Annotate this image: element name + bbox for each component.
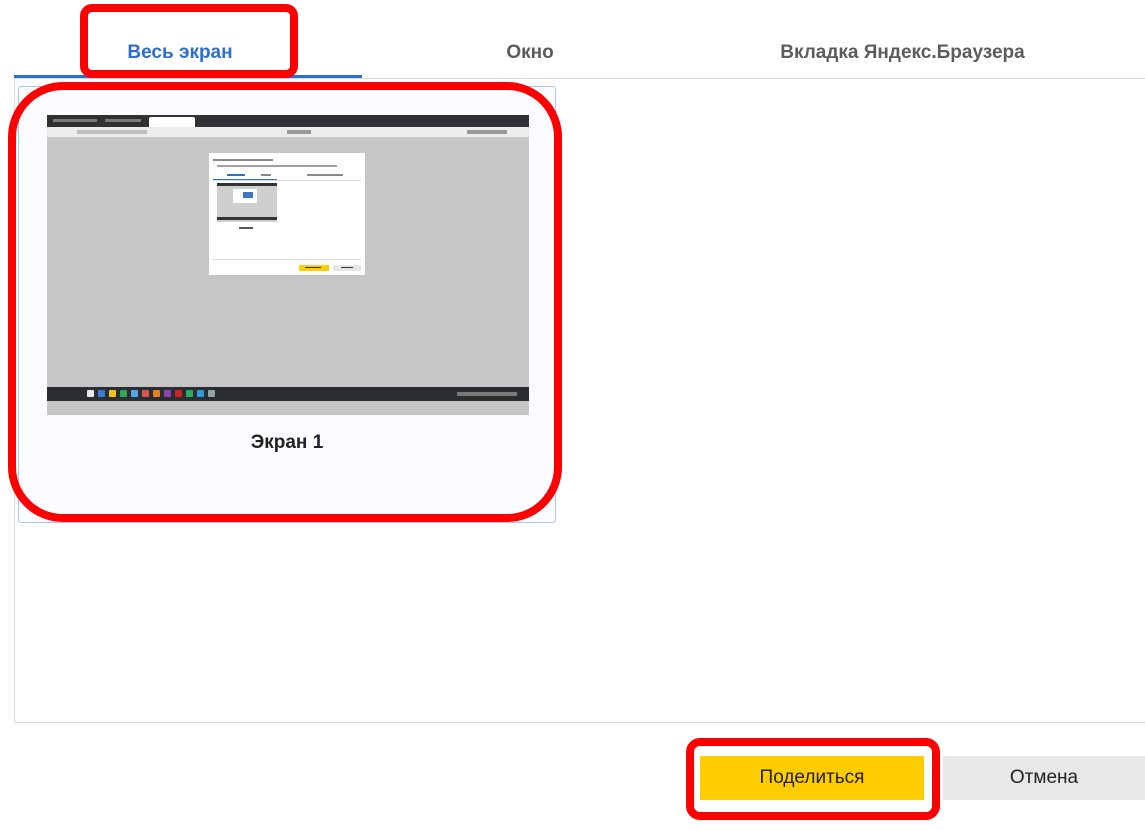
tab-entire-screen[interactable]: Весь экран <box>60 30 300 76</box>
thumbnail-cancel-button <box>333 265 361 271</box>
thumbnail-nested-taskbar <box>217 217 277 220</box>
thumbnail-share-button <box>299 265 329 271</box>
thumbnail-taskbar-icons <box>87 390 215 398</box>
thumbnail-dialog-tab <box>261 174 271 176</box>
cut-off-instruction-text <box>0 0 1145 8</box>
cancel-button[interactable]: Отмена <box>943 756 1145 800</box>
thumbnail-dialog-divider <box>213 259 361 260</box>
screen-thumbnail <box>47 115 529 415</box>
thumbnail-active-tab <box>149 117 195 127</box>
thumbnail-dialog-tab <box>307 174 343 176</box>
thumbnail-dialog-divider <box>213 180 361 181</box>
share-button[interactable]: Поделиться <box>700 756 924 800</box>
thumbnail-dialog-text <box>213 159 273 161</box>
screen-option-card[interactable]: Экран 1 <box>18 86 556 523</box>
tab-browser-tab[interactable]: Вкладка Яндекс.Браузера <box>660 30 1145 76</box>
thumbnail-dialog-tab-underline <box>213 179 277 180</box>
thumbnail-system-tray <box>457 392 517 396</box>
thumbnail-nested-highlight <box>243 192 253 198</box>
thumbnail-page-title <box>287 130 311 134</box>
thumbnail-toolbar-icons <box>467 130 507 134</box>
thumbnail-dialog-tab <box>227 174 245 176</box>
thumbnail-tab-title <box>53 119 97 122</box>
thumbnail-cancel-label <box>341 267 353 268</box>
thumbnail-nested-caption <box>239 227 253 229</box>
screen-option-label: Экран 1 <box>250 432 324 453</box>
thumbnail-share-label <box>305 267 321 268</box>
thumbnail-url-field <box>77 130 147 134</box>
thumbnail-dialog-text <box>217 165 337 167</box>
tab-window[interactable]: Окно <box>400 30 660 76</box>
thumbnail-tab-title <box>105 119 141 122</box>
